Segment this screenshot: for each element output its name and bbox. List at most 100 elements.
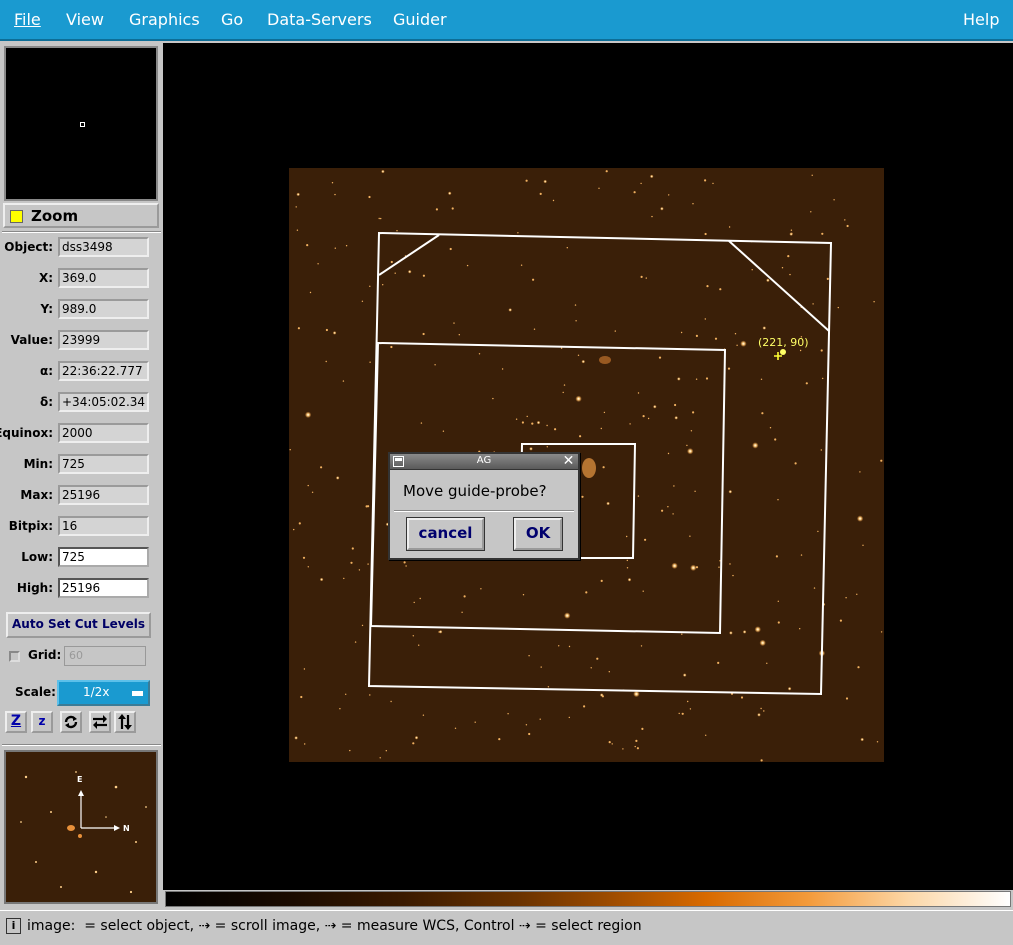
star [774, 438, 777, 441]
star [368, 195, 371, 199]
star [325, 328, 328, 332]
star [307, 566, 309, 568]
zoom-in-button[interactable]: Z [5, 711, 27, 733]
star [762, 326, 767, 330]
star [717, 661, 720, 664]
star [381, 169, 385, 174]
star [622, 748, 624, 750]
star [394, 272, 396, 274]
star [671, 562, 678, 569]
astronomical-image[interactable]: (221, 90) [289, 168, 884, 762]
dialog-titlebar[interactable]: AG ✕ [390, 454, 578, 470]
close-icon[interactable]: ✕ [562, 454, 575, 468]
x-value: 369.0 [58, 268, 149, 288]
star [678, 712, 680, 715]
star [668, 194, 670, 196]
menu-data-servers[interactable]: Data-Servers [267, 10, 372, 29]
star [339, 708, 341, 710]
star [449, 247, 452, 251]
rotate-icon [64, 715, 78, 729]
star [751, 269, 753, 271]
star [601, 695, 604, 698]
star [857, 666, 860, 669]
image-thumbnail[interactable]: E N [4, 750, 158, 904]
star [637, 495, 640, 497]
ok-button[interactable]: OK [513, 517, 563, 551]
info-icon: i [6, 918, 21, 934]
star [686, 444, 688, 447]
star [635, 739, 638, 743]
star [451, 207, 454, 210]
pan-region-box[interactable] [80, 122, 85, 127]
star [577, 354, 580, 356]
star [390, 700, 392, 703]
field-ra: α: 22:36:22.777 [0, 361, 163, 383]
flip-x-button[interactable] [89, 711, 111, 733]
flip-y-button[interactable] [114, 711, 136, 733]
star [760, 759, 763, 762]
star [532, 278, 535, 281]
star [498, 738, 501, 741]
colorbar[interactable] [165, 891, 1011, 907]
star [396, 230, 398, 232]
star [608, 741, 611, 744]
star [351, 547, 354, 550]
image-canvas[interactable]: (221, 90) [163, 43, 1013, 890]
menu-guider[interactable]: Guider [393, 10, 447, 29]
menu-graphics[interactable]: Graphics [129, 10, 200, 29]
star [596, 657, 599, 660]
zoom-button[interactable]: Zoom [3, 203, 159, 228]
rotate-button[interactable] [60, 711, 82, 733]
star [705, 377, 709, 380]
scale-select[interactable]: 1/2x [57, 680, 150, 706]
star [304, 411, 312, 418]
star [640, 275, 643, 278]
control-panel: Zoom Object: dss3498 X: 369.0 Y: 989.0 V… [0, 43, 163, 910]
star [522, 594, 525, 596]
compass-east-label: E [77, 775, 82, 784]
field-low: Low: 725 [0, 547, 163, 569]
menu-go[interactable]: Go [221, 10, 243, 29]
menu-view[interactable]: View [66, 10, 104, 29]
high-input[interactable]: 25196 [58, 578, 149, 598]
star [583, 705, 586, 708]
star [736, 344, 738, 346]
menu-help[interactable]: Help [963, 10, 999, 29]
star [791, 232, 793, 235]
star [507, 713, 509, 715]
y-value: 989.0 [58, 299, 149, 319]
star [766, 278, 770, 283]
star [789, 232, 793, 236]
cancel-button[interactable]: cancel [406, 517, 485, 551]
auto-set-cut-levels-button[interactable]: Auto Set Cut Levels [6, 612, 151, 638]
star [760, 378, 763, 380]
star [704, 318, 706, 320]
grid-checkbox[interactable] [9, 651, 20, 662]
dialog-message: Move guide-probe? [403, 482, 547, 500]
star [343, 577, 345, 580]
star [418, 644, 420, 646]
star [403, 561, 406, 564]
star [880, 631, 883, 633]
star [385, 750, 387, 752]
star [603, 411, 606, 414]
star [706, 285, 709, 288]
star [552, 199, 555, 202]
star [435, 208, 438, 211]
star [311, 491, 314, 493]
pan-window[interactable] [4, 46, 158, 201]
star [712, 182, 714, 185]
star [419, 597, 421, 600]
zoom-out-button[interactable]: z [31, 711, 53, 733]
star [729, 563, 731, 565]
star [382, 284, 384, 286]
star [695, 334, 698, 337]
menu-file[interactable]: File [14, 10, 41, 29]
star [876, 741, 879, 743]
divider [2, 744, 161, 746]
star [367, 563, 369, 565]
star [413, 601, 415, 604]
star [319, 577, 324, 582]
low-input[interactable]: 725 [58, 547, 149, 567]
star [540, 666, 542, 668]
